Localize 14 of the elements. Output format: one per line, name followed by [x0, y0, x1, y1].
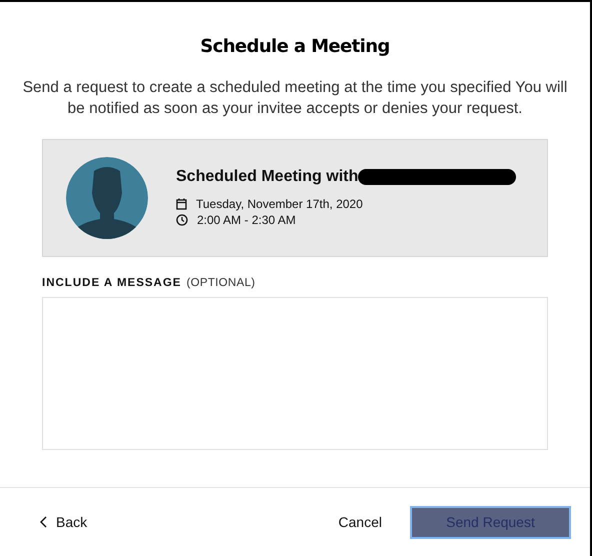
dialog-title: Schedule a Meeting [200, 36, 390, 57]
clock-icon [176, 214, 188, 226]
cancel-button[interactable]: Cancel [338, 514, 382, 530]
calendar-icon [176, 198, 187, 210]
dialog-description: Send a request to create a scheduled meeting at the time you specified You will be notified as soon as your invitee accepts or denies your request. [22, 78, 568, 119]
message-field[interactable] [42, 297, 548, 450]
meeting-date: Tuesday, November 17th, 2020 [196, 196, 363, 212]
avatar-icon [66, 157, 148, 239]
optional-hint: (OPTIONAL) [186, 277, 256, 289]
chevron-left-icon [40, 516, 47, 528]
back-button[interactable]: Back [40, 514, 88, 530]
message-label: INCLUDE A MESSAGE [42, 277, 182, 289]
meeting-time: 2:00 AM - 2:30 AM [197, 212, 296, 228]
meeting-heading: Scheduled Meeting with [176, 168, 358, 186]
